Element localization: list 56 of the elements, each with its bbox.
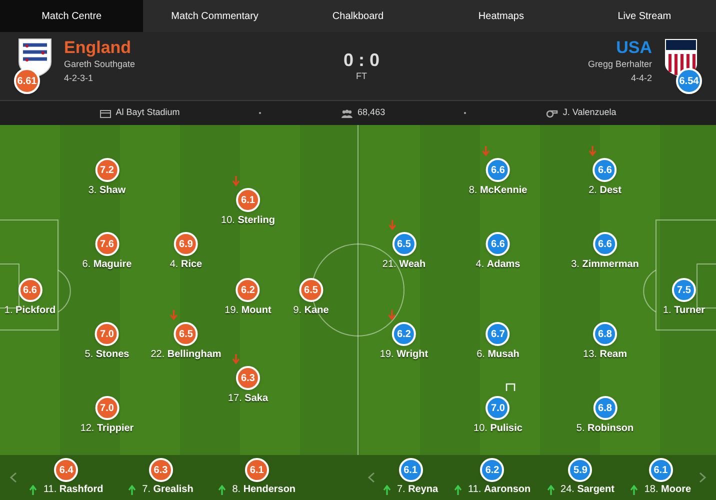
player-name: 5. Robinson xyxy=(576,422,634,436)
rating-badge: 6.1 xyxy=(244,458,269,482)
player-name: 24. Sargent xyxy=(560,483,614,497)
chevron-right-icon[interactable] xyxy=(699,472,706,483)
player-name: 10. Pulisic xyxy=(474,422,522,436)
chevron-left-icon[interactable] xyxy=(10,472,17,483)
player-name: 7. Reyna xyxy=(396,483,438,497)
player-name: 10. Sterling xyxy=(221,214,275,228)
formation: 4-4-2 xyxy=(630,72,652,84)
chevron-left-icon[interactable] xyxy=(368,472,375,483)
rating-badge: 5.9 xyxy=(568,458,592,482)
match-info: J. Valenzuela xyxy=(562,106,616,120)
rating-badge: 6.61 xyxy=(14,68,40,94)
player-name: 19. Wright xyxy=(380,348,428,362)
rating-badge: 6.4 xyxy=(54,458,78,482)
player-name: 8. Henderson xyxy=(232,483,296,497)
tab[interactable]: Match Centre xyxy=(0,0,144,32)
player-name: 4. Adams xyxy=(476,258,520,272)
score: 0 : 0 xyxy=(343,50,380,70)
player-name: 1. Pickford xyxy=(4,304,56,318)
player-name: 4. Rice xyxy=(170,258,202,272)
rating-badge: 6.3 xyxy=(148,458,173,482)
player-name: 3. Zimmerman xyxy=(571,258,639,272)
coach-name: Gareth Southgate xyxy=(64,58,136,71)
coach-name: Gregg Berhalter xyxy=(588,58,652,71)
player-name: 6. Maguire xyxy=(82,258,132,272)
team-name: England xyxy=(64,38,132,58)
player-name: 8. McKennie xyxy=(468,184,528,198)
match-info: Al Bayt Stadium xyxy=(116,106,180,120)
stadium-icon xyxy=(100,108,111,118)
player-name: 6. Musah xyxy=(476,348,520,362)
rating-badge: 6.1 xyxy=(648,458,673,482)
rating-badge: 6.2 xyxy=(480,458,504,482)
player-name: 18. Moore xyxy=(644,483,692,497)
match-info: 68,463 xyxy=(358,106,386,120)
formation: 4-2-3-1 xyxy=(64,72,94,84)
rating-badge: 6.1 xyxy=(398,458,423,482)
player-name: 9. Kane xyxy=(293,304,329,318)
player-name: 11. Aaronson xyxy=(468,483,531,497)
rating-badge: 6.54 xyxy=(676,68,702,94)
player-name: 19. Mount xyxy=(224,304,272,318)
player-name: 17. Saka xyxy=(228,392,268,406)
player-name: 21. Weah xyxy=(382,258,426,272)
crowd-icon xyxy=(340,108,353,118)
player-name: 3. Shaw xyxy=(88,184,126,198)
player-name: 22. Bellingham xyxy=(150,348,222,362)
player-name: 2. Dest xyxy=(588,184,622,198)
team-name: USA xyxy=(616,38,652,58)
whistle-icon xyxy=(546,108,558,118)
player-name: 13. Ream xyxy=(583,348,627,362)
player-name: 1. Turner xyxy=(662,304,706,318)
match-status: FT xyxy=(356,70,367,83)
player-name: 5. Stones xyxy=(84,348,130,362)
player-name: 7. Grealish xyxy=(142,483,194,497)
player-name: 11. Rashford xyxy=(43,483,104,497)
player-name: 12. Trippier xyxy=(80,422,134,436)
